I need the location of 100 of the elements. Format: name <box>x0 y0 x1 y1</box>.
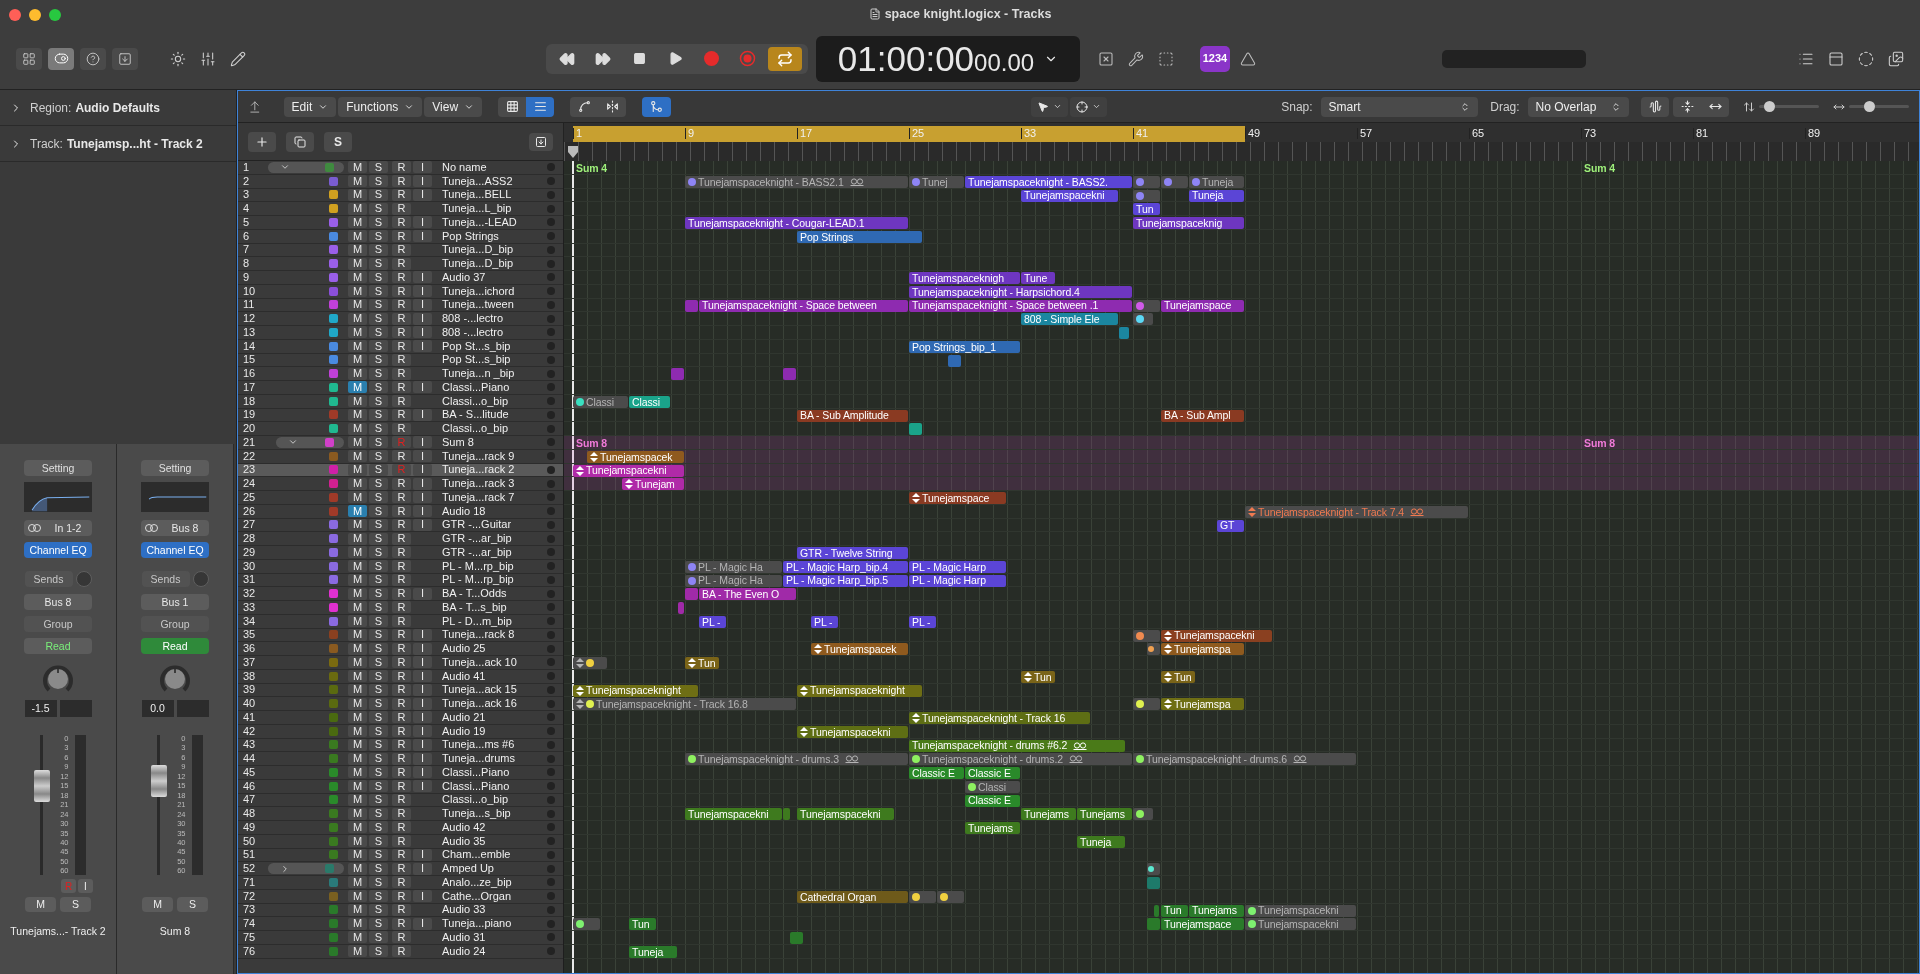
secondary-tool-button[interactable] <box>1070 96 1108 117</box>
cycle-button[interactable] <box>768 46 802 71</box>
send-knob-icon[interactable] <box>192 571 209 587</box>
track-region[interactable]: Tunejamspaceknight - Track 16.8 <box>573 698 796 711</box>
track-header[interactable]: 28 M S R GTR -...ar_bip <box>238 532 563 546</box>
setting-button[interactable]: Setting <box>24 460 92 476</box>
track-region[interactable]: Tuneja <box>1189 189 1244 202</box>
record-button[interactable]: R <box>392 285 411 298</box>
track-region[interactable] <box>1154 904 1159 917</box>
track-region[interactable] <box>1119 327 1130 339</box>
track-region[interactable]: Pop Strings_bip_1 <box>909 340 1020 353</box>
track-region[interactable]: BA - The Even O <box>699 588 796 601</box>
solo-button[interactable]: S <box>369 890 388 903</box>
record-button[interactable]: R <box>392 257 411 270</box>
record-button[interactable]: R <box>392 491 411 504</box>
add-track-button[interactable] <box>248 131 276 152</box>
track-header[interactable]: 8 M S R Tuneja...D_bip <box>238 257 563 271</box>
track-region[interactable]: PL - Magic Harp <box>909 560 1006 573</box>
track-header[interactable]: 48 M S R Tuneja...s_bip <box>238 807 563 821</box>
mute-button[interactable]: M <box>348 367 367 380</box>
mute-button[interactable]: M <box>348 436 367 449</box>
folder-region-label[interactable]: Sum 8 <box>1581 437 1692 449</box>
eq-curve-drawing[interactable] <box>24 482 92 512</box>
track-region[interactable]: Tunejamspacekni <box>797 808 894 821</box>
track-region[interactable]: GT <box>1217 519 1244 532</box>
eq-curve-drawing[interactable] <box>141 482 209 512</box>
solo-button[interactable]: S <box>369 257 388 270</box>
mute-button[interactable]: M <box>348 725 367 738</box>
record-button[interactable]: R <box>392 780 411 793</box>
track-region[interactable] <box>573 918 600 931</box>
inspector-region-row[interactable]: Region: Audio Defaults <box>0 90 236 126</box>
toolbar-toggle-button[interactable] <box>112 47 138 70</box>
track-region[interactable] <box>678 602 684 614</box>
up-arrow-icon[interactable] <box>248 99 262 114</box>
input-monitor-button[interactable]: I <box>413 312 432 325</box>
track-region[interactable]: Tunejamspaceknight - drums.6 <box>1133 753 1356 766</box>
arrange-area[interactable] <box>564 161 1919 973</box>
count-in-button[interactable]: 1234 <box>1200 45 1230 72</box>
mute-button[interactable]: M <box>348 271 367 284</box>
solo-button[interactable]: S <box>369 532 388 545</box>
record-button[interactable]: R <box>392 175 411 188</box>
track-region[interactable]: Tunejamspa <box>1161 643 1244 656</box>
solo-button[interactable]: S <box>369 491 388 504</box>
mute-button[interactable]: M <box>348 450 367 463</box>
track-region[interactable]: Tun <box>629 918 656 931</box>
mute-button[interactable]: M <box>348 381 367 394</box>
input-monitor-button[interactable]: I <box>413 862 432 875</box>
record-button[interactable]: R <box>392 312 411 325</box>
solo-button[interactable]: S <box>369 546 388 559</box>
record-button[interactable]: R <box>392 560 411 573</box>
solo-button[interactable]: S <box>369 931 388 944</box>
record-button[interactable]: R <box>392 890 411 903</box>
solo-button[interactable]: S <box>369 862 388 875</box>
track-region[interactable]: Tunejamspaceknight - drums #6.2 <box>909 739 1125 752</box>
track-region[interactable]: Tunejamspaceknight - Space between .1 <box>909 299 1132 312</box>
solo-button[interactable]: S <box>369 312 388 325</box>
mute-button[interactable]: M <box>348 560 367 573</box>
track-region[interactable]: Tun <box>685 657 719 669</box>
record-button[interactable]: R <box>392 656 411 669</box>
input-monitor-button[interactable]: I <box>413 326 432 339</box>
track-header[interactable]: 49 M S R Audio 42 <box>238 821 563 835</box>
track-region[interactable]: Tunejamspa <box>1161 698 1244 711</box>
track-header[interactable]: 25 M S R I Tuneja...rack 7 <box>238 491 563 505</box>
record-button[interactable]: R <box>392 835 411 848</box>
input-monitor-button[interactable]: I <box>413 711 432 724</box>
track-region[interactable]: Tunejamspaceknig <box>1133 217 1244 229</box>
record-button[interactable]: R <box>392 876 411 889</box>
fader-thumb[interactable] <box>150 765 167 798</box>
close-window-icon[interactable] <box>9 9 21 21</box>
track-region[interactable]: BA - Sub Ampl <box>1161 409 1244 422</box>
track-region[interactable]: Tunejamspace <box>909 492 1006 504</box>
record-button[interactable]: R <box>392 422 411 435</box>
track-header[interactable]: 71 M S R Analo...ze_bip <box>238 876 563 890</box>
record-button[interactable]: R <box>392 821 411 834</box>
plugin-slot[interactable]: Channel EQ <box>24 542 92 558</box>
fit-vertical-button[interactable] <box>1673 96 1701 117</box>
media-browser-icon[interactable] <box>1888 50 1904 67</box>
stereo-link-icon[interactable] <box>26 523 44 533</box>
solo-button[interactable]: S <box>369 560 388 573</box>
track-region[interactable]: Tunejamspacekni <box>1245 904 1356 917</box>
solo-button[interactable]: S <box>369 945 388 958</box>
record-button[interactable]: R <box>392 587 411 600</box>
track-region[interactable]: Tunejams <box>1077 808 1132 821</box>
track-region[interactable]: Tuneja <box>1189 175 1244 188</box>
track-region[interactable] <box>1133 189 1160 202</box>
record-button[interactable]: R <box>392 381 411 394</box>
mute-button[interactable]: M <box>348 931 367 944</box>
record-button[interactable]: R <box>392 477 411 490</box>
folder-region-label[interactable]: Sum 4 <box>573 162 684 174</box>
mute-button[interactable]: M <box>348 876 367 889</box>
track-region[interactable]: Tunejamspace <box>1161 918 1244 931</box>
zoom-slider-thumb[interactable] <box>1863 101 1875 112</box>
track-header[interactable]: 12 M S R I 808 -...lectro <box>238 312 563 326</box>
track-region[interactable]: Classi <box>573 395 628 408</box>
track-region[interactable]: Tun <box>1161 670 1195 683</box>
solo-button[interactable]: S <box>369 216 388 229</box>
mute-button[interactable]: M <box>348 752 367 765</box>
record-button[interactable]: R <box>392 697 411 710</box>
track-region[interactable]: BA - Sub Amplitude <box>797 409 908 422</box>
record-button[interactable]: R <box>392 931 411 944</box>
